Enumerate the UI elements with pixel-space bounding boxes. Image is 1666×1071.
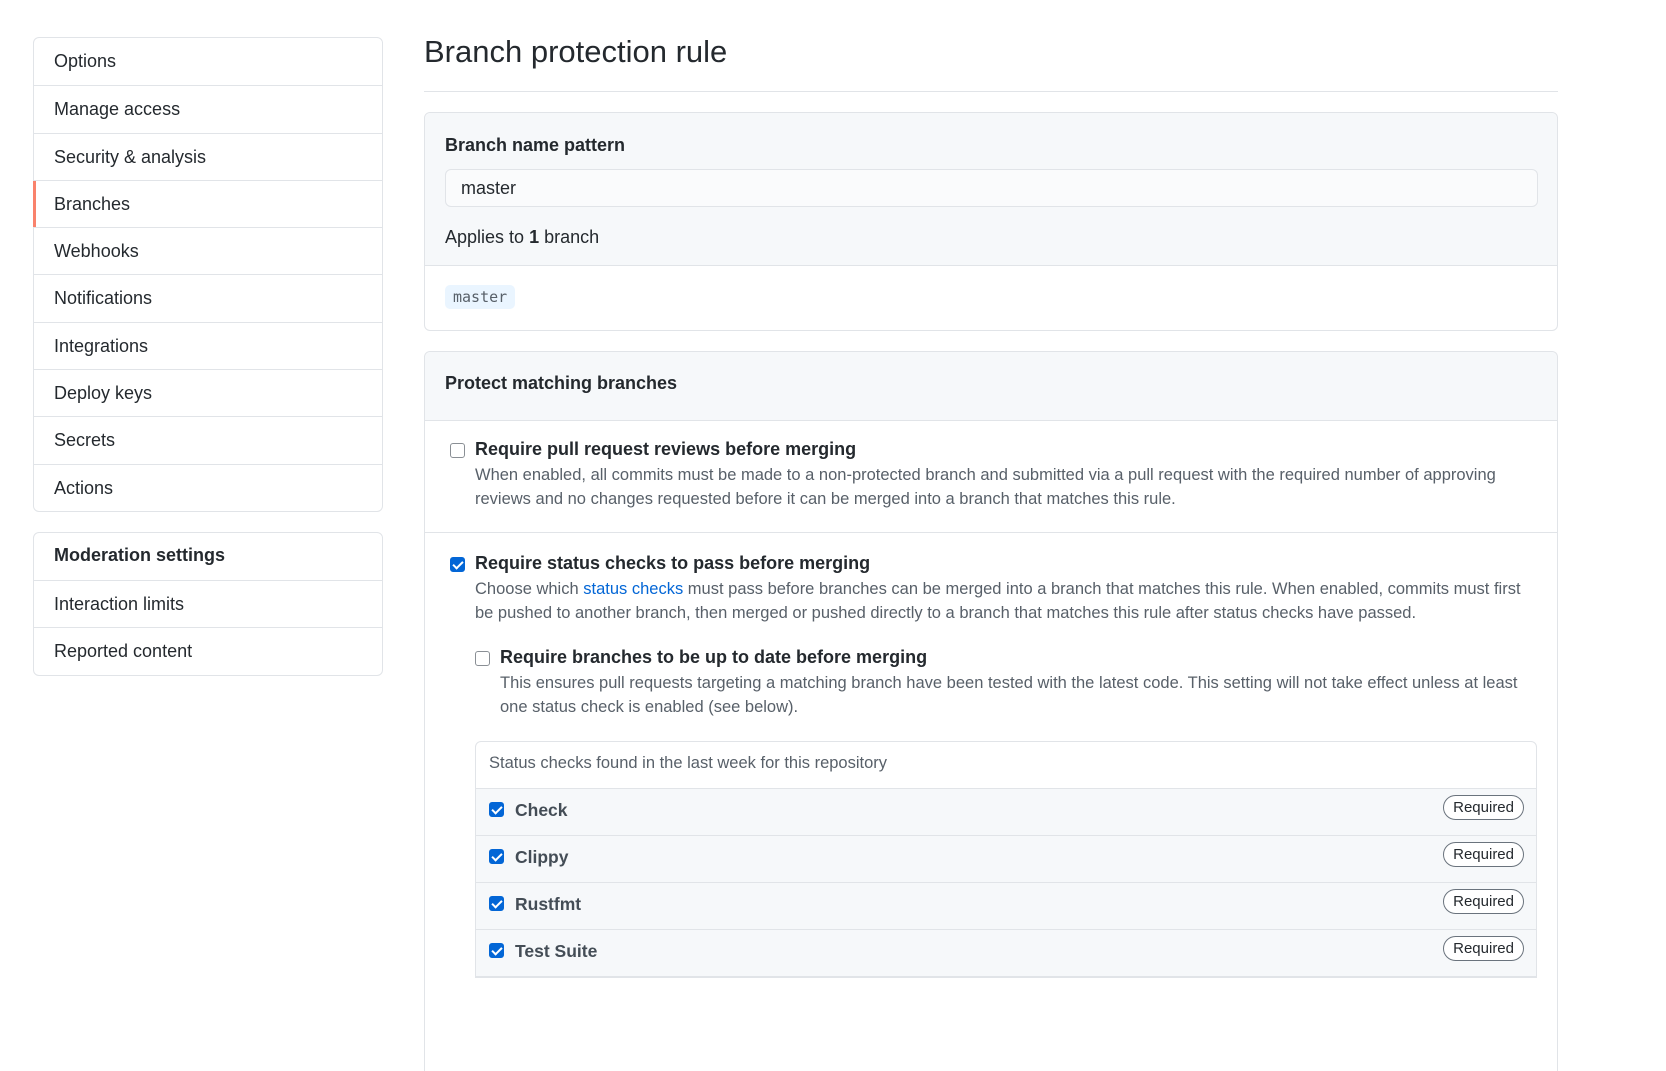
require-status-note-prefix: Choose which: [475, 580, 579, 598]
require-up-to-date-checkbox[interactable]: [475, 651, 490, 666]
require-up-to-date-title[interactable]: Require branches to be up to date before…: [500, 647, 927, 668]
applies-prefix: Applies to: [445, 227, 525, 247]
title-divider: [424, 91, 1558, 92]
option-divider: [425, 532, 1557, 533]
status-check-name: Test Suite: [515, 941, 598, 961]
matched-branch-tag: master: [445, 285, 516, 309]
status-check-checkbox[interactable]: [489, 849, 504, 864]
status-check-checkbox[interactable]: [489, 943, 504, 958]
protect-header: Protect matching branches: [425, 352, 1557, 421]
sidebar-item-manage-access[interactable]: Manage access: [34, 85, 382, 132]
page-title: Branch protection rule: [424, 34, 728, 69]
status-check-name: Check: [515, 800, 568, 820]
required-badge: Required: [1443, 842, 1524, 867]
status-check-row: Test Suite Required: [476, 930, 1536, 977]
required-badge: Required: [1443, 936, 1524, 961]
sidebar-item-webhooks[interactable]: Webhooks: [34, 227, 382, 274]
status-check-checkbox[interactable]: [489, 896, 504, 911]
branch-pattern-box: Branch name pattern Applies to 1 branch …: [424, 112, 1558, 331]
sidebar-item-secrets[interactable]: Secrets: [34, 416, 382, 463]
sidebar-item-branches[interactable]: Branches: [33, 179, 382, 228]
status-check-name: Clippy: [515, 847, 569, 867]
status-check-row: Rustfmt Required: [476, 883, 1536, 930]
required-badge: Required: [1443, 889, 1524, 914]
status-check-row: Clippy Required: [476, 836, 1536, 883]
require-status-title[interactable]: Require status checks to pass before mer…: [475, 553, 870, 574]
moderation-heading: Moderation settings: [54, 545, 226, 565]
status-check-row: Check Required: [476, 789, 1536, 836]
sidebar-item-interaction-limits[interactable]: Interaction limits: [34, 580, 382, 627]
required-badge: Required: [1443, 795, 1524, 820]
settings-menu: Options Manage access Security & analysi…: [33, 37, 383, 512]
sidebar-item-actions[interactable]: Actions: [34, 463, 382, 511]
protect-branches-box: Protect matching branches Require pull r…: [424, 351, 1558, 1071]
branch-pattern-input[interactable]: [445, 169, 1538, 207]
branch-pattern-label: Branch name pattern: [445, 135, 626, 155]
require-reviews-note: When enabled, all commits must be made t…: [475, 466, 1496, 508]
status-check-checkbox[interactable]: [489, 802, 504, 817]
status-checks-list: Status checks found in the last week for…: [475, 741, 1537, 978]
protect-heading: Protect matching branches: [445, 373, 678, 393]
sidebar-item-reported-content[interactable]: Reported content: [34, 627, 382, 674]
moderation-menu: Moderation settings Interaction limits R…: [33, 532, 383, 676]
sidebar-item-deploy-keys[interactable]: Deploy keys: [34, 369, 382, 416]
branch-pattern-header: Branch name pattern Applies to 1 branch: [425, 113, 1557, 266]
sidebar-item-security-analysis[interactable]: Security & analysis: [34, 132, 382, 180]
applies-suffix: branch: [544, 227, 600, 247]
status-check-name: Rustfmt: [515, 894, 582, 914]
applies-to-text: Applies to 1 branch: [445, 227, 599, 248]
sidebar-item-options[interactable]: Options: [34, 38, 382, 85]
require-status-note: Choose which status checks must pass bef…: [475, 577, 1537, 625]
sidebar-item-integrations[interactable]: Integrations: [34, 321, 382, 369]
sidebar-item-notifications[interactable]: Notifications: [34, 274, 382, 321]
require-reviews-title[interactable]: Require pull request reviews before merg…: [475, 439, 856, 460]
require-reviews-checkbox[interactable]: [450, 443, 465, 458]
status-checks-heading: Status checks found in the last week for…: [476, 742, 1536, 789]
require-status-checkbox[interactable]: [450, 557, 465, 572]
status-checks-link[interactable]: status checks: [583, 580, 683, 598]
applies-count: 1: [529, 227, 540, 247]
require-up-to-date-note: This ensures pull requests targeting a m…: [500, 674, 1518, 716]
